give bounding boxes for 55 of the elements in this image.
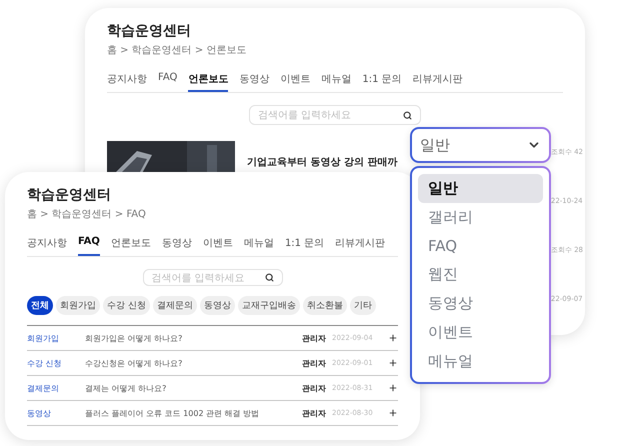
filter-chip[interactable]: 수강 신청 bbox=[103, 296, 150, 315]
tab[interactable]: 리뷰게시판 bbox=[335, 233, 386, 256]
tab[interactable]: FAQ bbox=[78, 233, 100, 256]
search-icon bbox=[264, 273, 274, 282]
page-title: 학습운영센터 bbox=[107, 22, 192, 40]
author-name: 관리자 bbox=[302, 382, 326, 394]
expand-icon[interactable] bbox=[388, 383, 398, 393]
tab[interactable]: 언론보도 bbox=[188, 69, 228, 92]
tab[interactable]: 동영상 bbox=[162, 233, 192, 256]
dropdown-option[interactable]: 갤러리 bbox=[418, 203, 543, 232]
tab[interactable]: 공지사항 bbox=[27, 233, 67, 256]
tab[interactable]: FAQ bbox=[158, 69, 178, 92]
expand-icon[interactable] bbox=[388, 408, 398, 418]
category-label: 결제문의 bbox=[27, 382, 60, 394]
category-label: 동영상 bbox=[27, 408, 52, 418]
filter-chip[interactable]: 교재구입배송 bbox=[238, 296, 300, 315]
filter-chip[interactable]: 결제문의 bbox=[152, 296, 197, 315]
question-link[interactable]: 수강신청은 어떻게 하나요? bbox=[85, 358, 296, 368]
tab[interactable]: 이벤트 bbox=[202, 233, 233, 256]
filter-chip[interactable]: 취소환불 bbox=[302, 296, 347, 315]
dropdown-option[interactable]: 웹진 bbox=[418, 260, 543, 289]
search-icon bbox=[403, 110, 412, 120]
question-link[interactable]: 회원가입은 어떻게 하나요? bbox=[85, 332, 296, 344]
dropdown-option[interactable]: 메뉴얼 bbox=[418, 347, 543, 376]
author-name: 관리자 bbox=[302, 332, 326, 344]
tab[interactable]: 동영상 bbox=[239, 69, 270, 92]
tab[interactable]: 공지사항 bbox=[107, 69, 147, 92]
dropdown-option[interactable]: 동영상 bbox=[418, 289, 543, 318]
tab[interactable]: 이벤트 bbox=[280, 69, 310, 92]
filter-chip[interactable]: 기타 bbox=[350, 296, 376, 315]
author-name: 관리자 bbox=[302, 358, 326, 368]
tab[interactable]: 1:1 문의 bbox=[284, 233, 324, 256]
expand-icon[interactable] bbox=[388, 358, 398, 368]
category-select[interactable]: 일반 bbox=[412, 129, 549, 161]
breadcrumb: 홈 > 학습운영센터 > FAQ bbox=[27, 208, 147, 221]
filter-chip[interactable]: 회원가입 bbox=[56, 296, 100, 315]
filter-chip[interactable]: 전체 bbox=[27, 296, 53, 315]
tab[interactable]: 언론보도 bbox=[110, 233, 151, 256]
question-link[interactable]: 플러스 플레이어 오류 코드 1002 관련 해결 방법 bbox=[85, 408, 296, 418]
tab[interactable]: 리뷰게시판 bbox=[412, 69, 463, 92]
page-title: 학습운영센터 bbox=[27, 186, 112, 204]
dropdown-option[interactable]: FAQ bbox=[418, 232, 543, 260]
category-label: 회원가입 bbox=[27, 332, 60, 344]
question-link[interactable]: 결제는 어떻게 하나요? bbox=[85, 382, 296, 394]
tab[interactable]: 메뉴얼 bbox=[244, 233, 274, 256]
breadcrumb: 홈 > 학습운영센터 > 언론보도 bbox=[107, 44, 248, 57]
dropdown-option[interactable]: 이벤트 bbox=[418, 318, 543, 347]
author-name: 관리자 bbox=[302, 408, 326, 418]
tab[interactable]: 메뉴얼 bbox=[321, 69, 352, 92]
article-title: 기업교육부터 동영상 강의 판매까 bbox=[247, 156, 398, 169]
tab[interactable]: 1:1 문의 bbox=[362, 69, 402, 92]
category-label: 수강 신청 bbox=[27, 358, 63, 368]
filter-chip[interactable]: 동영상 bbox=[200, 296, 235, 315]
expand-icon[interactable] bbox=[388, 333, 398, 343]
dropdown-option[interactable]: 일반 bbox=[418, 174, 543, 203]
